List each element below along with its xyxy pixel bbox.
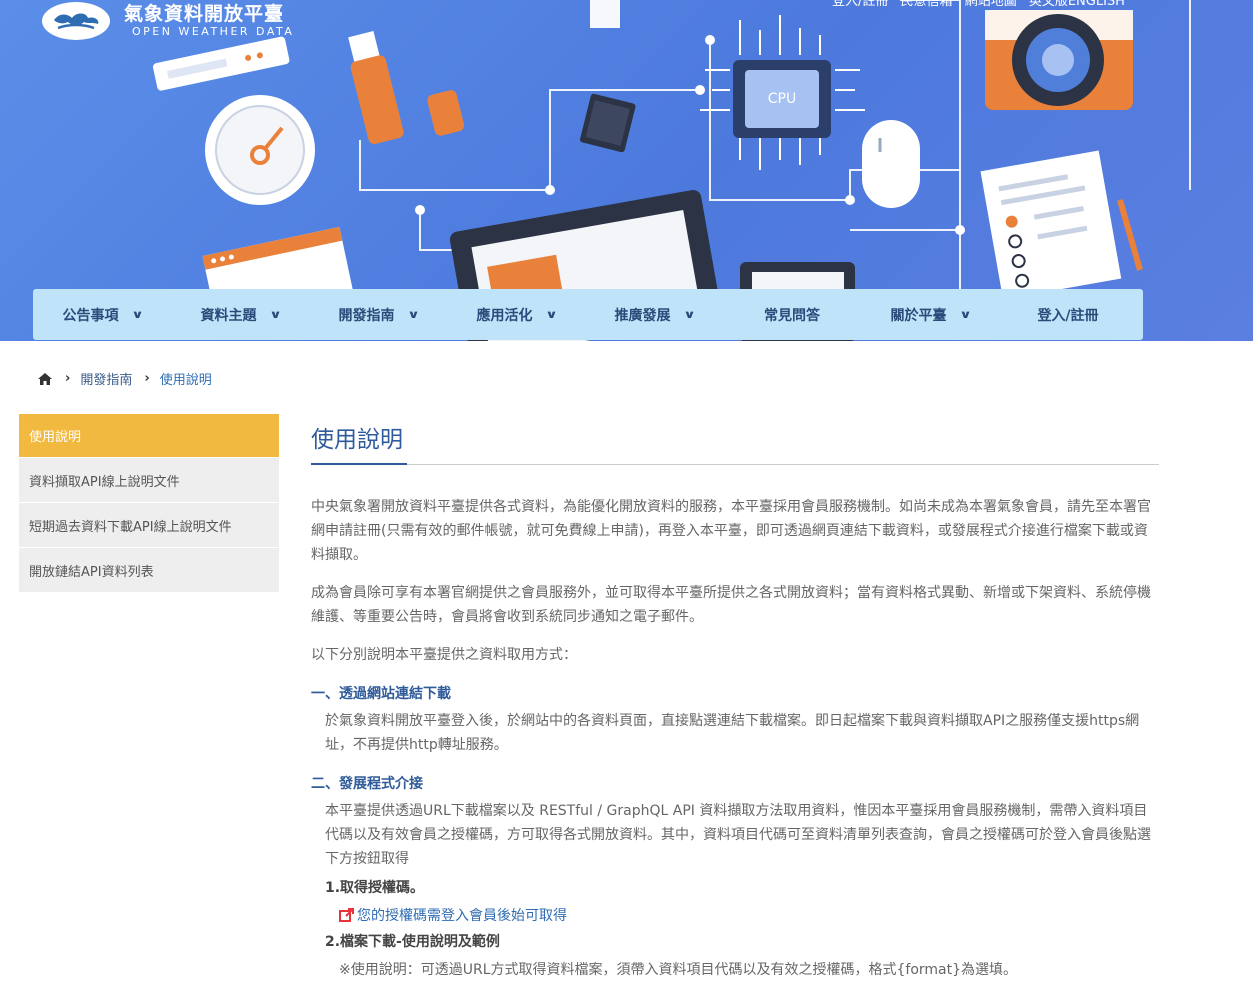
chevron-down-icon: ∨ — [406, 308, 420, 321]
nav-item-label: 公告事項 — [62, 307, 119, 324]
nav-item-label: 資料主題 — [200, 307, 257, 324]
nav-item-faq[interactable]: 常見問答 — [723, 289, 861, 340]
sidebar-item-past-data-api[interactable]: 短期過去資料下載API線上說明文件 — [19, 503, 279, 548]
sidebar-item-usage[interactable]: 使用說明 — [19, 414, 279, 458]
member-paragraph: 成為會員除可享有本署官網提供之會員服務外，並可取得本平臺所提供之各式開放資料；當… — [311, 585, 1151, 625]
nav-item-announcements[interactable]: 公告事項 ∨ — [33, 289, 171, 340]
site-logo[interactable]: 氣象資料開放平臺 OPEN WEATHER DATA — [42, 2, 294, 40]
nav-item-data-topics[interactable]: 資料主題 ∨ — [171, 289, 309, 340]
logo-subtitle: OPEN WEATHER DATA — [132, 25, 295, 38]
header-banner: CPU 氣象資料開放平臺 OPEN WEATHER DATA 登入/註冊 民意信… — [0, 0, 1253, 341]
nav-item-label: 應用活化 — [476, 307, 533, 324]
external-link-icon — [339, 908, 354, 922]
logo-emblem — [42, 2, 110, 40]
svg-text:CPU: CPU — [768, 91, 796, 107]
chevron-down-icon: ∨ — [130, 308, 144, 321]
usage-note: ※使用說明：可透過URL方式取得資料檔案，須帶入資料項目代碼以及有效之授權碼，格… — [339, 962, 1018, 978]
nav-item-about[interactable]: 關於平臺 ∨ — [861, 289, 999, 340]
logo-title: 氣象資料開放平臺 — [124, 3, 285, 25]
main-nav: 公告事項 ∨ 資料主題 ∨ 開發指南 ∨ 應用活化 ∨ 推廣發展 ∨ 常見問答 … — [33, 289, 1143, 340]
top-links: 登入/註冊 民意信箱 網站地圖 英文版ENGLISH — [832, 0, 1133, 9]
auth-code-row: 您的授權碼需登入會員後始可取得 — [339, 905, 1159, 925]
nav-item-promotion[interactable]: 推廣發展 ∨ — [585, 289, 723, 340]
top-link-sitemap[interactable]: 網站地圖 — [965, 0, 1017, 9]
main-content: 使用說明 中央氣象署開放資料平臺提供各式資料，為能優化開放資料的服務，本平臺採用… — [311, 420, 1159, 979]
web-download-text: 於氣象資料開放平臺登入後，於網站中的各資料頁面，直接點選連結下載檔案。即日起檔案… — [325, 713, 1140, 753]
sidebar-item-api-docs[interactable]: 資料擷取API線上說明文件 — [19, 458, 279, 503]
chevron-right-icon: › — [65, 371, 71, 386]
cloud-logo-icon — [54, 13, 99, 30]
nav-item-dev-guide[interactable]: 開發指南 ∨ — [309, 289, 447, 340]
breadcrumb-item-dev-guide[interactable]: 開發指南 — [80, 369, 132, 388]
home-icon[interactable] — [37, 372, 53, 386]
nav-item-label: 開發指南 — [338, 307, 395, 324]
top-link-login[interactable]: 登入/註冊 — [832, 0, 888, 9]
program-text: 本平臺提供透過URL下載檔案以及 RESTful / GraphQL API 資… — [325, 803, 1151, 867]
top-link-mailbox[interactable]: 民意信箱 — [901, 0, 953, 9]
breadcrumb: › 開發指南 › 使用說明 — [37, 369, 212, 388]
chevron-down-icon: ∨ — [682, 308, 696, 321]
nav-item-label: 關於平臺 — [890, 307, 947, 324]
sidebar-item-linked-api-list[interactable]: 開放鏈結API資料列表 — [19, 548, 279, 593]
page-title: 使用說明 — [311, 420, 1159, 465]
intro-paragraph: 中央氣象署開放資料平臺提供各式資料，為能優化開放資料的服務，本平臺採用會員服務機… — [311, 499, 1151, 563]
nav-item-label: 推廣發展 — [614, 307, 671, 324]
chevron-down-icon: ∨ — [268, 308, 282, 321]
section-heading-web-download: 一、透過網站連結下載 — [311, 686, 451, 702]
file-download-heading: 2.檔案下載-使用說明及範例 — [325, 934, 500, 950]
auth-code-heading: 1.取得授權碼。 — [325, 880, 425, 896]
sidebar: 使用說明 資料擷取API線上說明文件 短期過去資料下載API線上說明文件 開放鏈… — [19, 414, 279, 593]
nav-item-applications[interactable]: 應用活化 ∨ — [447, 289, 585, 340]
methods-intro: 以下分別說明本平臺提供之資料取用方式： — [311, 647, 577, 663]
chevron-down-icon: ∨ — [958, 308, 972, 321]
top-link-english[interactable]: 英文版ENGLISH — [1029, 0, 1125, 9]
breadcrumb-item-current[interactable]: 使用說明 — [160, 369, 212, 388]
nav-item-label: 登入/註冊 — [1037, 307, 1099, 324]
chevron-right-icon: › — [144, 371, 150, 386]
nav-item-login[interactable]: 登入/註冊 — [999, 289, 1137, 340]
section-heading-program: 二、發展程式介接 — [311, 776, 423, 792]
auth-code-link[interactable]: 您的授權碼需登入會員後始可取得 — [357, 905, 567, 925]
chevron-down-icon: ∨ — [544, 308, 558, 321]
nav-item-label: 常見問答 — [764, 307, 820, 324]
